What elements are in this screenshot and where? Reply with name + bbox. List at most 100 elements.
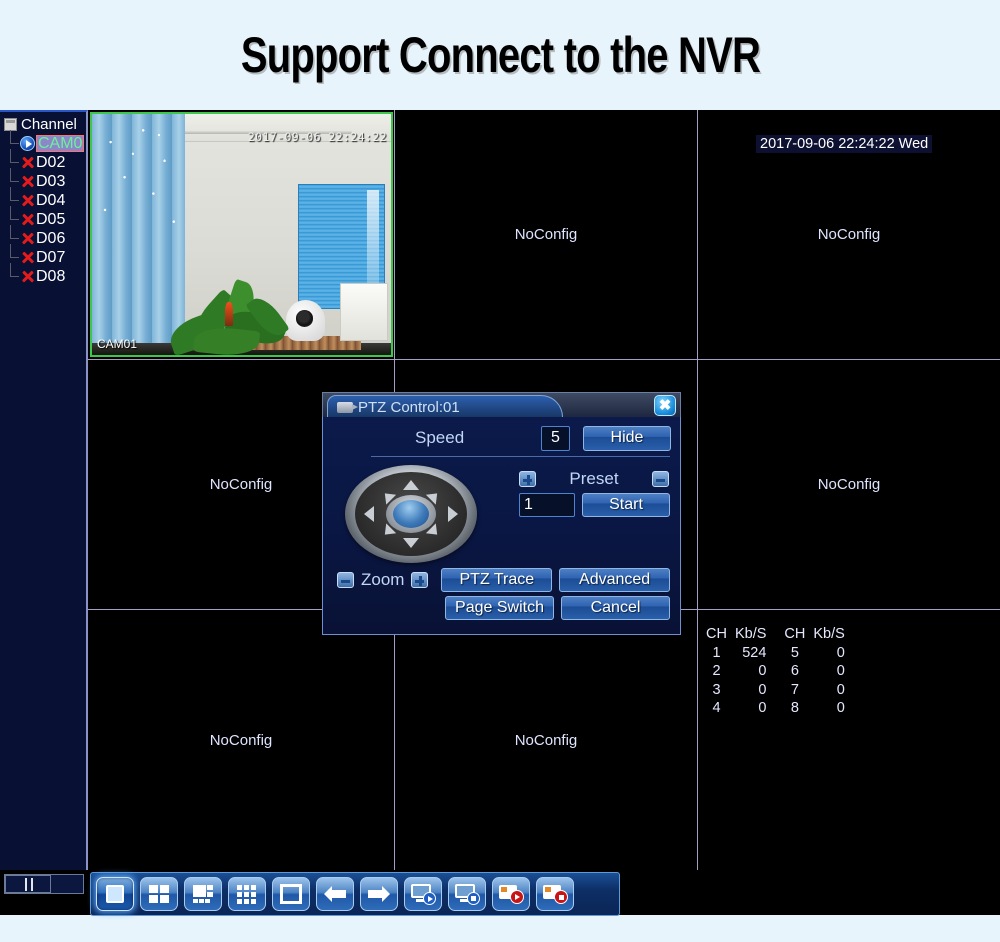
start-button[interactable]: Start [582, 493, 670, 517]
ptz-trace-label: PTZ Trace [459, 571, 535, 588]
minus-box-icon[interactable] [652, 471, 669, 487]
advanced-button[interactable]: Advanced [559, 568, 670, 592]
direction-pad[interactable] [345, 465, 477, 563]
advanced-label: Advanced [579, 571, 651, 588]
sidebar-item-d02[interactable]: D02 [10, 149, 86, 172]
plus-box-icon[interactable] [411, 572, 429, 588]
stop-tour-button[interactable] [448, 877, 486, 911]
view-nine-button[interactable] [228, 877, 266, 911]
channel-label: D07 [36, 248, 66, 266]
dialog-title-bar[interactable]: PTZ Control:01 ✖ [322, 392, 681, 419]
monitor-play-icon [411, 884, 436, 905]
sidebar-item-d04[interactable]: D04 [10, 187, 86, 210]
hide-button[interactable]: Hide [583, 425, 671, 451]
channel-label: D05 [36, 210, 66, 228]
cell-ch: 8 [790, 700, 799, 717]
page-title: Support Connect to the NVR [240, 27, 760, 83]
quad-view-icon [148, 884, 170, 904]
view-quad-button[interactable] [140, 877, 178, 911]
page-switch-label: Page Switch [455, 599, 544, 616]
video-pane-r3c3[interactable]: CH Kb/S CH Kb/S 1 524 5 0 2 0 6 0 3 0 7 … [698, 610, 1000, 870]
no-config-label: NoConfig [817, 226, 881, 243]
arrow-right-icon[interactable] [448, 506, 458, 522]
ptz-control-dialog[interactable]: PTZ Control:01 ✖ Speed 5 Hide Preset 1 S… [322, 392, 681, 635]
page-switch-button[interactable]: Page Switch [445, 596, 554, 620]
sidebar-item-cam0[interactable]: CAM0 [10, 130, 86, 153]
live-video-pane-cam01[interactable]: 2017-09-06 22:24:22 CAM01 [90, 112, 393, 357]
document-icon [4, 117, 17, 131]
sidebar-item-d05[interactable]: D05 [10, 206, 86, 229]
cell-kbs: 0 [758, 700, 767, 717]
bottom-button-row: Page Switch Cancel [445, 596, 670, 620]
video-pane-r3c2[interactable]: NoConfig [395, 610, 697, 870]
cell-ch: 6 [790, 663, 799, 680]
cell-ch: 7 [790, 681, 799, 698]
cell-kbs: 0 [836, 644, 845, 661]
cell-kbs: 0 [758, 663, 767, 680]
fullscreen-button[interactable] [272, 877, 310, 911]
stop-record-button[interactable] [536, 877, 574, 911]
dialog-title: PTZ Control:01 [358, 399, 460, 416]
channel-label: D06 [36, 229, 66, 247]
ptz-trace-button[interactable]: PTZ Trace [441, 568, 553, 592]
nvr-screen: Channel CAM0 D02 D03 D04 D05 D06 D07 D08… [0, 110, 1000, 916]
channel-label: CAM0 [36, 135, 85, 152]
speed-input[interactable]: 5 [541, 425, 570, 451]
video-pane-r2c3[interactable]: NoConfig [698, 360, 1000, 609]
scene-flower [224, 301, 233, 326]
red-x-icon [20, 155, 35, 170]
play-circle-icon [20, 136, 35, 151]
preset-input[interactable]: 1 [519, 493, 575, 517]
video-camera-name-overlay: CAM01 [97, 337, 138, 351]
view-single-button[interactable] [96, 877, 134, 911]
sidebar-item-d08[interactable]: D08 [10, 263, 86, 286]
nvr-page: Support Connect to the NVR Channel CAM0 … [0, 0, 1000, 942]
sidebar-horizontal-scrollbar[interactable] [4, 874, 84, 894]
arrow-up-icon[interactable] [403, 480, 419, 490]
cell-ch: 4 [712, 700, 721, 717]
scene-box [340, 282, 389, 341]
col-header-ch2: CH [784, 626, 806, 642]
red-x-icon [20, 174, 35, 189]
close-icon[interactable]: ✖ [654, 395, 676, 416]
camera-icon [337, 402, 358, 413]
sidebar-item-d07[interactable]: D07 [10, 244, 86, 267]
arrow-down-icon[interactable] [403, 538, 419, 548]
arrow-left-icon [324, 886, 346, 902]
channel-label: D03 [36, 172, 66, 190]
start-record-button[interactable] [492, 877, 530, 911]
direction-pad-center-button[interactable] [386, 495, 436, 533]
red-x-icon [20, 212, 35, 227]
scrollbar-thumb[interactable] [5, 875, 51, 893]
no-config-label: NoConfig [209, 731, 273, 749]
sidebar-item-d06[interactable]: D06 [10, 225, 86, 248]
table-row: 1 524 5 0 [702, 644, 849, 663]
channel-header-label: Channel [21, 115, 77, 133]
arrow-left-icon[interactable] [364, 506, 374, 522]
video-pane-r1c3[interactable]: NoConfig 2017-09-06 22:24:22 Wed [698, 110, 1000, 359]
cancel-label: Cancel [590, 599, 641, 616]
divider [371, 456, 670, 457]
col-header-kbs1: Kb/S [734, 626, 767, 642]
table-row: 4 0 8 0 [702, 699, 849, 718]
cell-kbs: 0 [836, 700, 845, 717]
view-six-button[interactable] [184, 877, 222, 911]
red-x-icon [20, 250, 35, 265]
cancel-button[interactable]: Cancel [561, 596, 670, 620]
next-page-button[interactable] [360, 877, 398, 911]
sidebar-item-d03[interactable]: D03 [10, 168, 86, 191]
cell-kbs: 0 [836, 663, 845, 680]
video-pane-r3c1[interactable]: NoConfig [88, 610, 394, 870]
no-config-label: NoConfig [514, 226, 578, 243]
preset-value: 1 [524, 496, 533, 513]
preset-input-row: 1 Start [519, 493, 671, 517]
previous-page-button[interactable] [316, 877, 354, 911]
video-pane-r1c2[interactable]: NoConfig [395, 110, 697, 359]
single-view-icon [104, 884, 126, 904]
col-header-kbs2: Kb/S [813, 626, 845, 642]
start-tour-button[interactable] [404, 877, 442, 911]
osd-datetime: 2017-09-06 22:24:22 Wed [756, 135, 933, 153]
plus-box-icon[interactable] [519, 471, 536, 487]
channel-label: D02 [36, 153, 66, 171]
minus-box-icon[interactable] [337, 572, 354, 588]
